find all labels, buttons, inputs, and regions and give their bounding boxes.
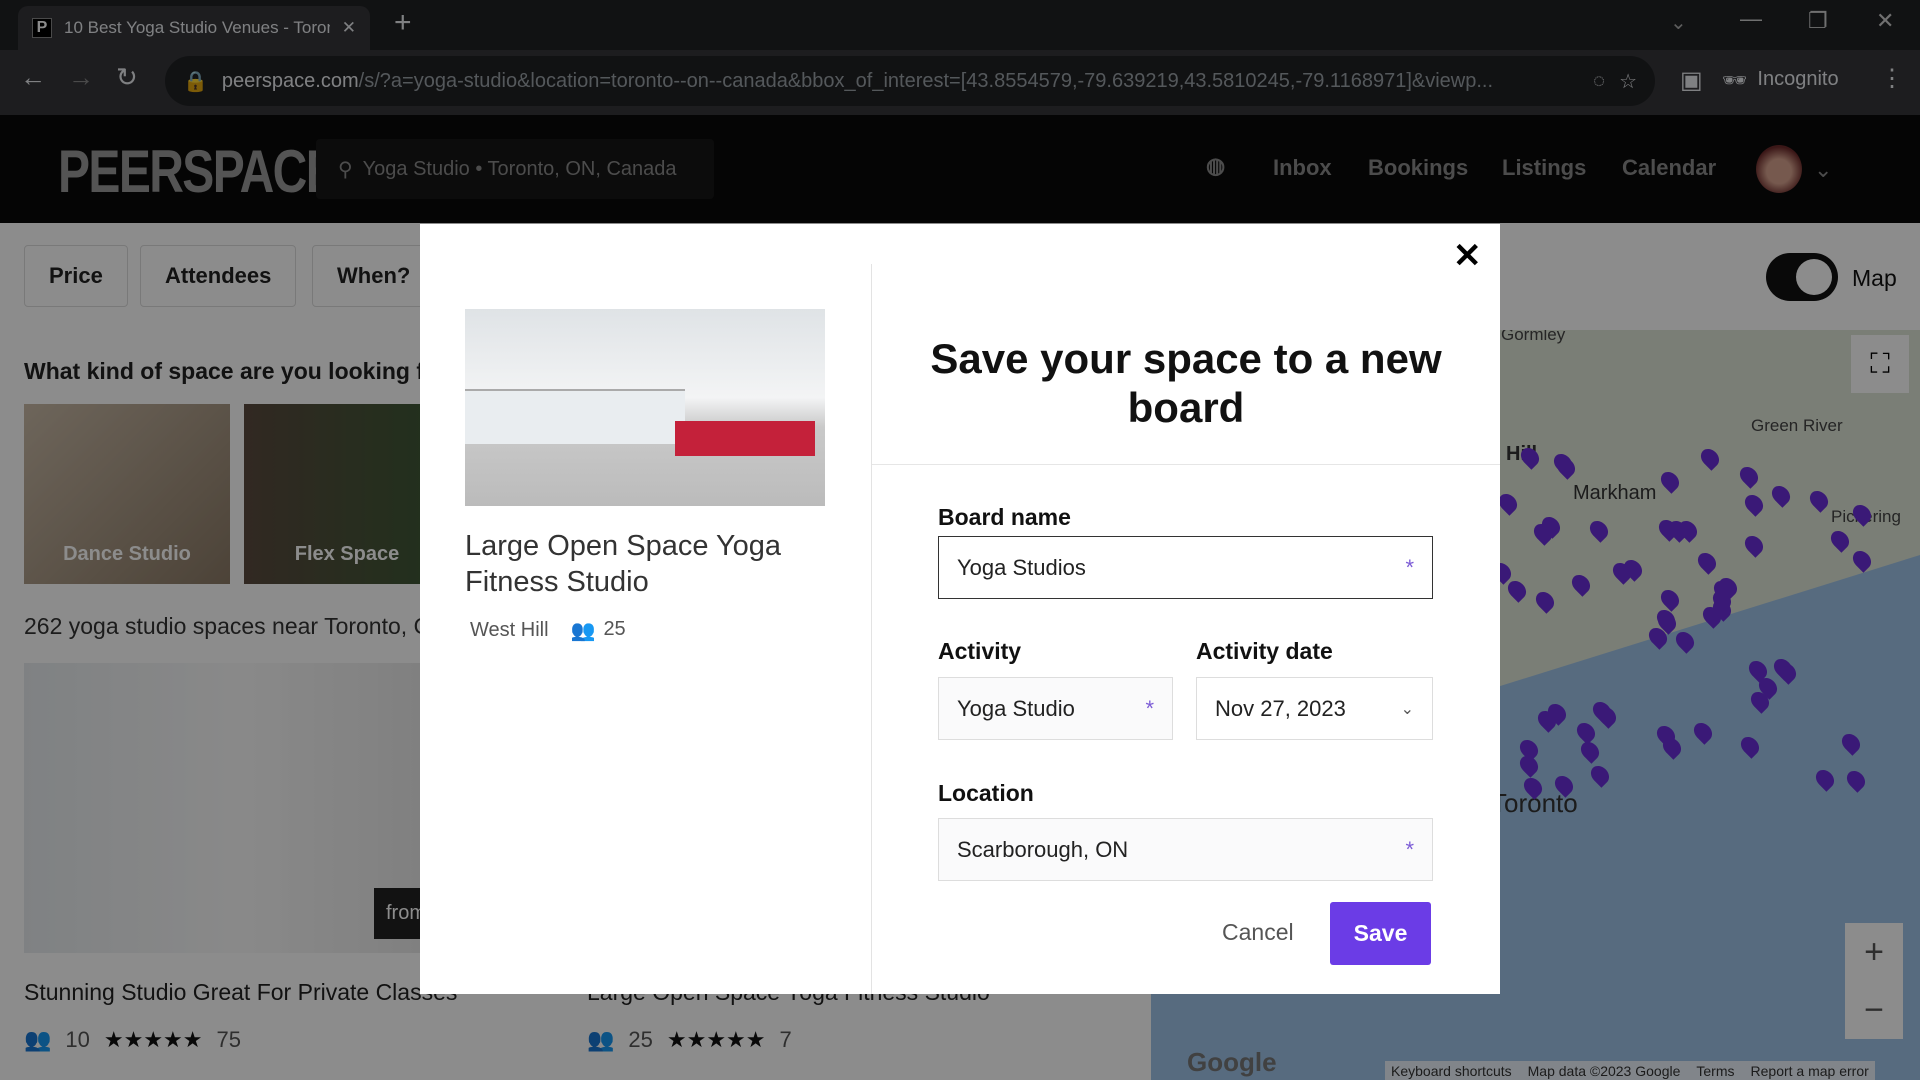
space-image: [465, 309, 825, 506]
activity-date-value: Nov 27, 2023: [1215, 695, 1346, 721]
space-title: Large Open Space Yoga Fitness Studio: [465, 530, 782, 598]
save-button[interactable]: Save: [1330, 902, 1431, 965]
space-capacity: 25: [603, 618, 626, 640]
cancel-button[interactable]: Cancel: [1222, 919, 1294, 946]
board-name-value: Yoga Studios: [957, 554, 1086, 580]
board-name-input[interactable]: Yoga Studios *: [938, 536, 1433, 599]
save-to-board-modal: Large Open Space Yoga Fitness Studio Wes…: [420, 224, 1500, 994]
chevron-down-icon: ⌄: [1400, 700, 1414, 718]
required-mark: *: [1405, 554, 1414, 580]
board-name-label: Board name: [938, 504, 1071, 530]
activity-label: Activity: [938, 638, 1022, 664]
space-location: West Hill: [470, 619, 549, 641]
required-mark: *: [1405, 836, 1414, 862]
activity-date-select[interactable]: Nov 27, 2023 ⌄: [1196, 677, 1433, 740]
location-value: Scarborough, ON: [957, 836, 1129, 862]
space-meta: West Hill 👥 25: [470, 618, 626, 643]
activity-date-label: Activity date: [1196, 638, 1333, 664]
activity-input[interactable]: Yoga Studio *: [938, 677, 1173, 740]
activity-value: Yoga Studio: [957, 695, 1075, 721]
location-label: Location: [938, 780, 1034, 806]
people-icon: 👥: [570, 620, 596, 642]
location-input[interactable]: Scarborough, ON *: [938, 818, 1433, 881]
required-mark: *: [1145, 695, 1154, 721]
heading-divider: [872, 464, 1500, 465]
close-icon[interactable]: ✕: [1453, 236, 1482, 276]
modal-heading: Save your space to a new board: [930, 335, 1442, 431]
